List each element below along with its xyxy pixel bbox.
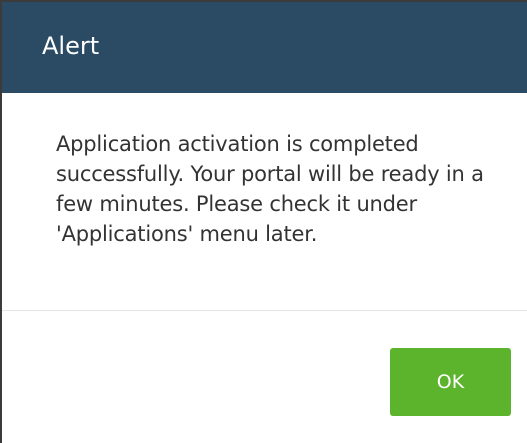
ok-button[interactable]: OK <box>390 348 511 416</box>
dialog-message: Application activation is completed succ… <box>56 132 484 246</box>
dialog-footer: OK <box>2 311 527 443</box>
dialog-title: Alert <box>42 32 100 60</box>
alert-dialog: Alert Application activation is complete… <box>0 0 527 443</box>
dialog-header: Alert <box>2 2 527 93</box>
dialog-body: Application activation is completed succ… <box>2 93 527 310</box>
